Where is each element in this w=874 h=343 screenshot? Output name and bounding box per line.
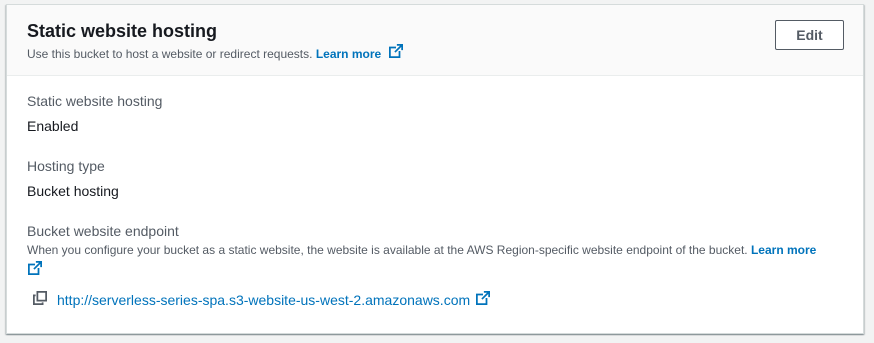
panel-header: Static website hosting Use this bucket t… [7,5,863,76]
endpoint-url-row: http://serverless-series-spa.s3-website-… [33,290,491,310]
external-link-icon[interactable] [28,260,43,279]
edit-button[interactable]: Edit [775,20,844,50]
hosting-type-value: Bucket hosting [27,183,119,199]
learn-more-link[interactable]: Learn more [316,47,381,61]
static-website-hosting-panel: Static website hosting Use this bucket t… [6,4,864,334]
panel-description: Use this bucket to host a website or red… [27,43,403,62]
panel-title: Static website hosting [27,21,218,41]
static-hosting-label: Static website hosting [27,93,163,109]
endpoint-label: Bucket website endpoint [27,223,179,239]
endpoint-description-text: When you configure your bucket as a stat… [27,243,748,257]
copy-icon[interactable] [33,290,47,310]
external-link-icon[interactable] [476,290,491,310]
endpoint-learn-more-link[interactable]: Learn more [751,243,816,257]
endpoint-description: When you configure your bucket as a stat… [27,242,847,279]
endpoint-url-link[interactable]: http://serverless-series-spa.s3-website-… [57,292,470,308]
static-hosting-value: Enabled [27,118,79,134]
external-link-icon[interactable] [388,43,403,62]
hosting-type-label: Hosting type [27,158,105,174]
panel-description-text: Use this bucket to host a website or red… [27,47,313,61]
